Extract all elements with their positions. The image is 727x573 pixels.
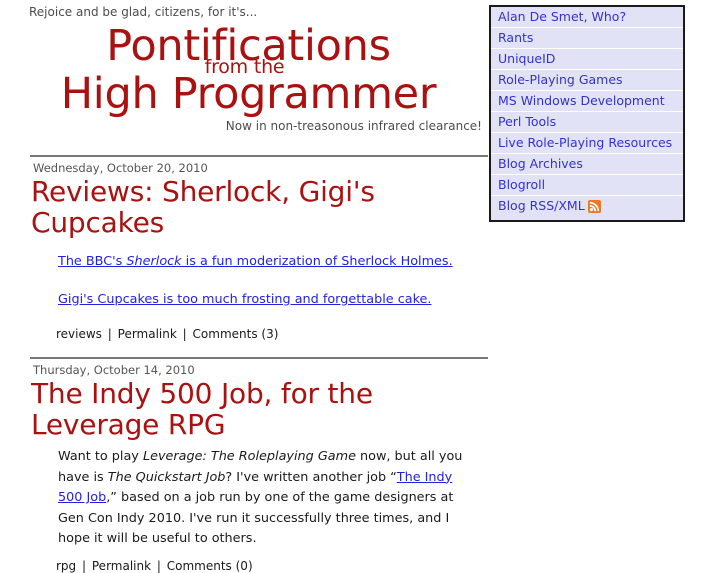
post-body-link[interactable]: is a fun moderization of Sherlock Holmes… — [182, 254, 453, 269]
site-title-line-1: Pontifications — [106, 21, 391, 71]
sidebar-item-rants[interactable]: Rants — [491, 28, 683, 49]
sidebar-item-blog-archives[interactable]: Blog Archives — [491, 154, 683, 175]
post-category: rpg — [56, 558, 77, 573]
comments-link[interactable]: Comments (3) — [193, 327, 279, 341]
post-meta: rpg | Permalink | Comments (0) — [56, 559, 489, 573]
post-divider — [30, 155, 488, 157]
meta-separator: | — [107, 327, 112, 341]
post-title: The Indy 500 Job, for the Leverage RPG — [31, 377, 373, 441]
meta-separator: | — [182, 327, 187, 341]
sidebar-item-live-role-playing-resources[interactable]: Live Role-Playing Resources — [491, 133, 683, 154]
post-body-text: Want to play — [58, 449, 143, 464]
post-body: The BBC's Sherlock is a fun moderization… — [58, 252, 478, 310]
tagline-bottom: Now in non-treasonous infrared clearance… — [225, 119, 482, 133]
blog-post: Thursday, October 14, 2010 The Indy 500 J… — [0, 357, 489, 573]
post-paragraph: The BBC's Sherlock is a fun moderization… — [58, 252, 478, 273]
post-body-text: The Quickstart Job — [107, 469, 226, 485]
permalink-link[interactable]: Permalink — [92, 559, 151, 573]
sidebar-navigation: Alan De Smet, Who? Rants UniqueID Role-Play… — [489, 5, 685, 222]
post-paragraph: Gigi's Cupcakes is too much frosting and… — [58, 290, 478, 311]
comments-link[interactable]: Comments (0) — [167, 559, 253, 573]
blog-post: Wednesday, October 20, 2010 Reviews: Sher… — [0, 155, 489, 341]
post-body: Want to play Leverage: The Roleplaying G… — [58, 447, 478, 550]
site-masthead: Rejoice and be glad, citizens, for it's.… — [0, 0, 489, 148]
post-body-link[interactable]: Gigi's Cupcakes is too much frosting and… — [58, 292, 431, 307]
post-date: Wednesday, October 20, 2010 — [33, 161, 208, 175]
sidebar-item-label: Rants — [498, 30, 534, 45]
sidebar-item-label: Perl Tools — [498, 114, 557, 129]
sidebar-item-label: Role-Playing Games — [498, 72, 623, 87]
site-title: Pontifications High Programmer — [0, 22, 489, 118]
main-content: Wednesday, October 20, 2010 Reviews: Sher… — [0, 155, 489, 573]
sidebar-item-label: Blog Archives — [498, 156, 583, 171]
sidebar-item-label: Alan De Smet, Who? — [498, 9, 627, 24]
tagline-top: Rejoice and be glad, citizens, for it's.… — [29, 5, 258, 19]
meta-separator: | — [156, 558, 161, 573]
post-meta: reviews | Permalink | Comments (3) — [56, 327, 489, 341]
permalink-link[interactable]: Permalink — [118, 327, 177, 341]
sidebar-item-label: Live Role-Playing Resources — [498, 135, 673, 150]
post-category: reviews — [56, 327, 102, 341]
sidebar-item-blog-rss-xml[interactable]: Blog RSS/XML — [491, 196, 683, 220]
sidebar-item-label: MS Windows Development — [498, 93, 665, 108]
post-body-text: ? I've written another job “ — [225, 469, 397, 485]
post-body-text: Leverage: The Roleplaying Game — [142, 449, 356, 464]
post-date: Thursday, October 14, 2010 — [33, 363, 195, 377]
post-body-text: ,” based on a job run by one of the game… — [58, 490, 454, 546]
post-title: Reviews: Sherlock, Gigi's Cupcakes — [31, 175, 375, 239]
sidebar-item-blogroll[interactable]: Blogroll — [491, 175, 683, 196]
post-paragraph: Want to play Leverage: The Roleplaying G… — [58, 447, 478, 550]
sidebar-item-uniqueid[interactable]: UniqueID — [491, 49, 683, 70]
sidebar-item-alan-de-smet-who[interactable]: Alan De Smet, Who? — [491, 7, 683, 28]
site-title-line-2: High Programmer — [60, 69, 437, 119]
post-body-link[interactable]: The BBC's — [58, 254, 126, 269]
sidebar-item-label: Blog RSS/XML — [498, 198, 585, 213]
sidebar-item-role-playing-games[interactable]: Role-Playing Games — [491, 70, 683, 91]
sidebar-item-perl-tools[interactable]: Perl Tools — [491, 112, 683, 133]
post-body-link[interactable]: Sherlock — [126, 254, 181, 269]
rss-icon[interactable] — [587, 200, 601, 216]
sidebar-item-label: Blogroll — [498, 177, 546, 192]
sidebar-item-ms-windows-development[interactable]: MS Windows Development — [491, 91, 683, 112]
sidebar-item-label: UniqueID — [498, 51, 556, 66]
post-divider — [30, 357, 488, 359]
meta-separator: | — [82, 558, 87, 573]
